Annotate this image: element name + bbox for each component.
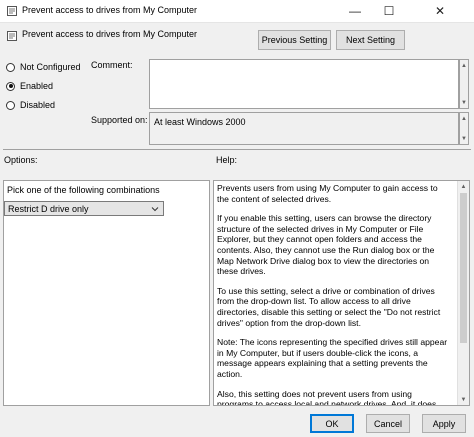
help-scrollbar[interactable]: ▲ ▼ <box>457 181 469 405</box>
setting-icon <box>6 30 18 42</box>
comment-textarea[interactable] <box>149 59 459 109</box>
window-title: Prevent access to drives from My Compute… <box>22 5 198 15</box>
drive-combo-value: Restrict D drive only <box>8 204 89 214</box>
close-button[interactable]: ✕ <box>406 0 474 22</box>
radio-enabled-circle <box>6 81 15 91</box>
help-paragraph: Note: The icons representing the specifi… <box>217 337 448 379</box>
help-panel: Prevents users from using My Computer to… <box>213 180 470 406</box>
title-bar: Prevent access to drives from My Compute… <box>0 0 474 23</box>
help-scroll-up-icon[interactable]: ▲ <box>458 181 469 192</box>
comment-scrollbar[interactable]: ▲ ▼ <box>459 59 469 109</box>
supported-on-label: Supported on: <box>91 115 148 125</box>
radio-enabled[interactable]: Enabled <box>6 81 53 91</box>
policy-setting-icon <box>6 5 18 17</box>
radio-disabled-circle <box>6 100 15 110</box>
radio-disabled[interactable]: Disabled <box>6 100 55 110</box>
next-setting-button[interactable]: Next Setting <box>336 30 405 50</box>
section-divider <box>3 149 471 150</box>
options-panel: Pick one of the following combinations R… <box>3 180 210 406</box>
radio-disabled-label: Disabled <box>20 100 56 110</box>
supported-scrollbar[interactable]: ▲ ▼ <box>459 112 469 145</box>
apply-button[interactable]: Apply <box>422 414 466 433</box>
help-scroll-thumb[interactable] <box>460 193 467 343</box>
maximize-button[interactable]: ☐ <box>372 0 406 22</box>
help-paragraph: Also, this setting does not prevent user… <box>217 388 437 406</box>
combo-label: Pick one of the following combinations <box>7 185 160 195</box>
comment-scroll-up-icon[interactable]: ▲ <box>460 60 468 71</box>
comment-label: Comment: <box>91 60 133 70</box>
radio-not-configured-label: Not Configured <box>20 62 81 72</box>
supported-scroll-up-icon[interactable]: ▲ <box>460 113 468 124</box>
drive-combo-select[interactable]: Restrict D drive only <box>4 201 164 216</box>
radio-not-configured[interactable]: Not Configured <box>6 62 81 72</box>
cancel-button[interactable]: Cancel <box>366 414 410 433</box>
radio-not-configured-circle <box>6 62 15 72</box>
help-scroll-down-icon[interactable]: ▼ <box>458 394 469 405</box>
help-text: Prevents users from using My Computer to… <box>217 183 449 406</box>
help-paragraph: If you enable this setting, users can br… <box>217 213 435 277</box>
comment-scroll-down-icon[interactable]: ▼ <box>460 97 468 108</box>
ok-button[interactable]: OK <box>310 414 354 433</box>
chevron-down-icon <box>150 203 160 215</box>
help-paragraph: To use this setting, select a drive or c… <box>217 285 441 328</box>
minimize-button[interactable]: — <box>338 0 372 22</box>
help-paragraph: Prevents users from using My Computer to… <box>217 183 438 204</box>
supported-scroll-down-icon[interactable]: ▼ <box>460 133 468 144</box>
setting-name: Prevent access to drives from My Compute… <box>22 29 198 39</box>
options-label: Options: <box>4 155 38 165</box>
supported-on-value: At least Windows 2000 <box>149 112 459 145</box>
radio-enabled-label: Enabled <box>20 81 54 91</box>
previous-setting-button[interactable]: Previous Setting <box>258 30 331 50</box>
help-label: Help: <box>216 155 238 165</box>
